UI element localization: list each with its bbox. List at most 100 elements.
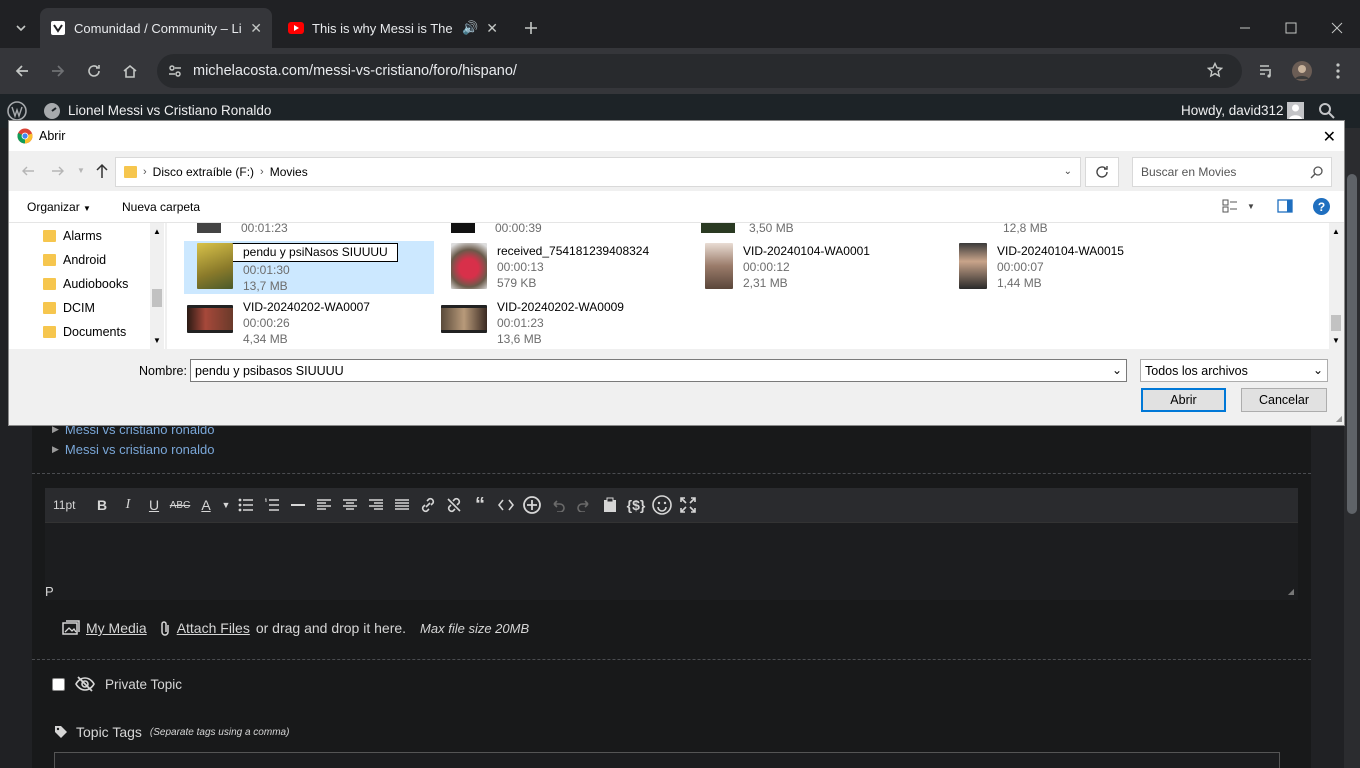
close-window-button[interactable] xyxy=(1322,13,1352,43)
horizontal-rule-icon[interactable] xyxy=(285,492,311,518)
fullscreen-icon[interactable] xyxy=(675,492,701,518)
new-folder-button[interactable]: Nueva carpeta xyxy=(122,200,200,214)
file-item[interactable]: VID-20240104-WA0001 00:00:12 2,31 MB xyxy=(705,243,870,291)
scroll-up-icon[interactable]: ▲ xyxy=(153,227,161,236)
close-dialog-icon[interactable]: ✕ xyxy=(1323,127,1336,147)
audio-playing-icon[interactable]: 🔊 xyxy=(462,20,478,36)
file-scrollbar[interactable]: ▲ ▼ xyxy=(1329,223,1343,349)
dashboard-icon[interactable] xyxy=(43,102,61,120)
unlink-icon[interactable] xyxy=(441,492,467,518)
file-type-select[interactable]: Todos los archivos ⌄ xyxy=(1140,359,1328,382)
bold-icon[interactable]: B xyxy=(89,492,115,518)
rename-input[interactable]: pendu y psiNasos SIUUUU xyxy=(224,243,398,262)
chevron-down-icon[interactable]: ▼ xyxy=(1247,202,1255,211)
insert-icon[interactable] xyxy=(519,492,545,518)
breadcrumb-bar[interactable]: › Disco extraíble (F:) › Movies ⌄ xyxy=(115,157,1081,187)
new-tab-button[interactable] xyxy=(516,13,546,43)
chevron-down-icon[interactable]: ▼ xyxy=(219,492,233,518)
minimize-button[interactable] xyxy=(1230,13,1260,43)
preview-pane-icon[interactable] xyxy=(1277,199,1293,213)
close-tab-icon[interactable]: ✕ xyxy=(486,20,498,37)
align-center-icon[interactable] xyxy=(337,492,363,518)
similar-topic-item[interactable]: ▶ Messi vs cristiano ronaldo xyxy=(52,442,214,457)
cancel-button[interactable]: Cancelar xyxy=(1241,388,1327,412)
emoji-icon[interactable] xyxy=(649,492,675,518)
forward-arrow-icon[interactable] xyxy=(51,164,65,178)
strikethrough-icon[interactable]: ABC xyxy=(167,492,193,518)
blockquote-icon[interactable]: “ xyxy=(467,492,493,518)
scrollbar-thumb[interactable] xyxy=(1331,315,1341,331)
tab-search-button[interactable] xyxy=(6,13,36,43)
topic-tags-input[interactable] xyxy=(54,752,1280,768)
tab-youtube[interactable]: This is why Messi is The BEST 🔊 ✕ xyxy=(278,13,508,43)
search-movies-input[interactable]: Buscar en Movies xyxy=(1132,157,1332,187)
font-size-select[interactable]: 11pt xyxy=(53,498,89,512)
page-scrollbar[interactable] xyxy=(1344,128,1360,768)
recent-locations-icon[interactable]: ▼ xyxy=(77,166,85,175)
file-item[interactable]: received_754181239408324 00:00:13 579 KB xyxy=(451,243,649,291)
refresh-button[interactable] xyxy=(1085,157,1119,187)
chevron-down-icon[interactable]: ⌄ xyxy=(1064,166,1072,177)
nav-item-audiobooks[interactable]: Audiobooks xyxy=(43,277,128,291)
file-item[interactable]: VID-20240202-WA0007 00:00:26 4,34 MB xyxy=(187,299,370,347)
shortcode-icon[interactable]: {$} xyxy=(623,492,649,518)
align-right-icon[interactable] xyxy=(363,492,389,518)
forward-button[interactable] xyxy=(43,56,73,86)
chevron-down-icon[interactable]: ⌄ xyxy=(1112,363,1122,377)
justify-icon[interactable] xyxy=(389,492,415,518)
nav-item-alarms[interactable]: Alarms xyxy=(43,229,102,243)
resize-grip-icon[interactable]: ◢ xyxy=(1336,414,1342,423)
scroll-down-icon[interactable]: ▼ xyxy=(1332,336,1340,345)
italic-icon[interactable]: I xyxy=(115,492,141,518)
site-title-link[interactable]: Lionel Messi vs Cristiano Ronaldo xyxy=(68,103,271,118)
media-control-button[interactable] xyxy=(1251,56,1281,86)
help-icon[interactable]: ? xyxy=(1313,198,1330,215)
bookmark-star-icon[interactable] xyxy=(1207,62,1223,78)
link-icon[interactable] xyxy=(415,492,441,518)
nav-item-android[interactable]: Android xyxy=(43,253,106,267)
file-item[interactable]: VID-20240104-WA0015 00:00:07 1,44 MB xyxy=(959,243,1124,291)
back-button[interactable] xyxy=(7,56,37,86)
paste-icon[interactable] xyxy=(597,492,623,518)
close-tab-icon[interactable]: ✕ xyxy=(250,20,262,37)
nav-scrollbar[interactable]: ▲ ▼ xyxy=(150,223,164,349)
back-arrow-icon[interactable] xyxy=(21,164,35,178)
scroll-down-icon[interactable]: ▼ xyxy=(153,336,161,345)
resize-handle-icon[interactable]: ◢ xyxy=(1288,587,1294,596)
file-item[interactable]: VID-20240202-WA0009 00:01:23 13,6 MB xyxy=(441,299,624,347)
underline-icon[interactable]: U xyxy=(141,492,167,518)
browser-menu-button[interactable] xyxy=(1323,56,1353,86)
breadcrumb-movies[interactable]: Movies xyxy=(270,165,308,179)
attach-files-link[interactable]: Attach Files xyxy=(177,620,250,636)
profile-avatar[interactable] xyxy=(1287,56,1317,86)
open-button[interactable]: Abrir xyxy=(1141,388,1226,412)
user-avatar[interactable] xyxy=(1287,102,1304,119)
filename-input[interactable]: pendu y psibasos SIUUUU ⌄ xyxy=(190,359,1127,382)
redo-icon[interactable] xyxy=(571,492,597,518)
address-bar[interactable]: michelacosta.com/messi-vs-cristiano/foro… xyxy=(157,54,1242,88)
site-info-icon[interactable] xyxy=(167,63,183,79)
wordpress-logo-icon[interactable] xyxy=(7,101,27,121)
tab-community[interactable]: Comunidad / Community – Lionel ✕ xyxy=(40,8,272,48)
align-left-icon[interactable] xyxy=(311,492,337,518)
nav-item-documents[interactable]: Documents xyxy=(43,325,126,339)
scroll-up-icon[interactable]: ▲ xyxy=(1332,227,1340,236)
home-button[interactable] xyxy=(115,56,145,86)
scrollbar-thumb[interactable] xyxy=(152,289,162,307)
search-icon[interactable] xyxy=(1318,102,1336,120)
view-options-icon[interactable] xyxy=(1222,199,1238,213)
editor-textarea[interactable]: P ◢ xyxy=(45,522,1298,600)
numbered-list-icon[interactable] xyxy=(259,492,285,518)
up-arrow-icon[interactable] xyxy=(95,163,109,179)
private-topic-checkbox[interactable] xyxy=(52,677,65,691)
similar-topic-link[interactable]: Messi vs cristiano ronaldo xyxy=(65,442,215,457)
organize-menu[interactable]: Organizar ▼ xyxy=(27,200,91,214)
bullet-list-icon[interactable] xyxy=(233,492,259,518)
maximize-button[interactable] xyxy=(1276,13,1306,43)
scrollbar-thumb[interactable] xyxy=(1347,174,1357,514)
reload-button[interactable] xyxy=(79,56,109,86)
howdy-user[interactable]: Howdy, david312 xyxy=(1181,103,1284,118)
text-color-icon[interactable]: A xyxy=(193,492,219,518)
undo-icon[interactable] xyxy=(545,492,571,518)
my-media-link[interactable]: My Media xyxy=(86,620,147,636)
